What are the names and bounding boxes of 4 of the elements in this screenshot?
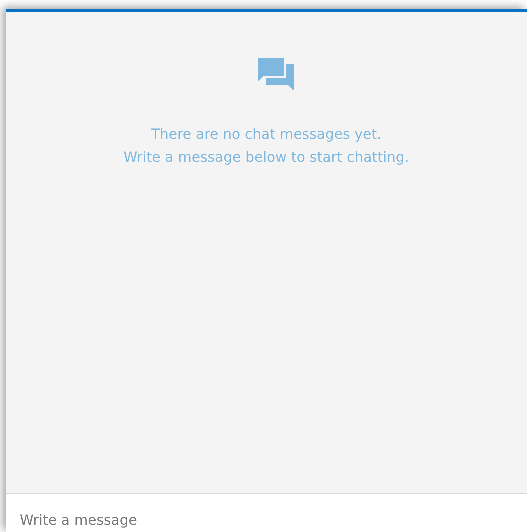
empty-message: Write a message below to start chatting.	[124, 149, 410, 168]
chat-bubbles-icon	[258, 58, 294, 90]
message-input[interactable]: Write a message	[6, 494, 527, 532]
empty-message: There are no chat messages yet.	[151, 126, 382, 145]
